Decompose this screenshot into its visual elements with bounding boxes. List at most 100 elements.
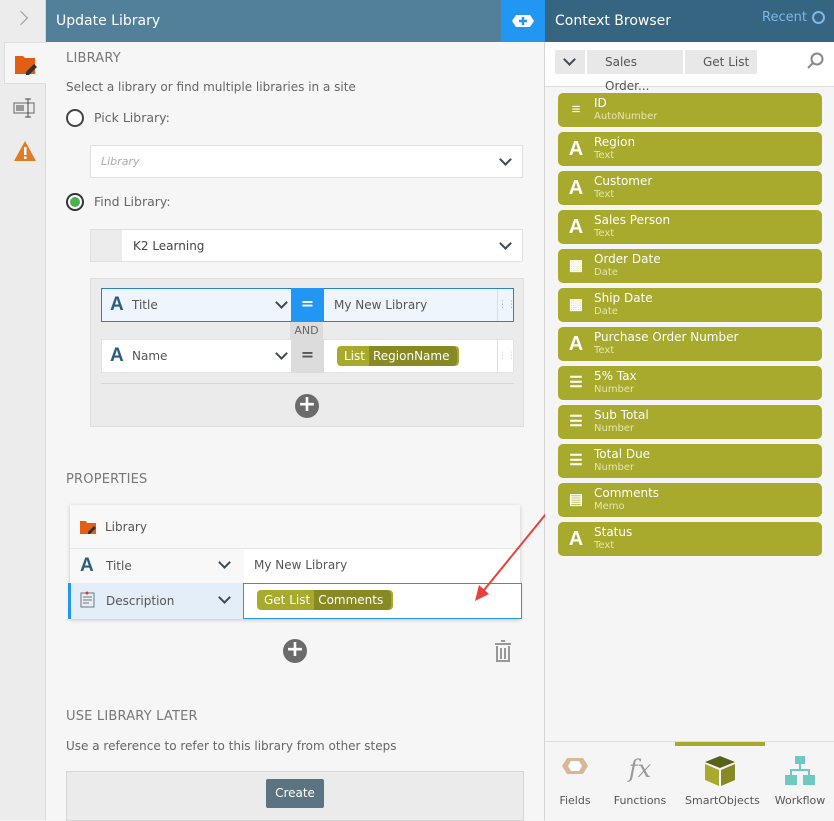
field-item[interactable]: ☰ 5% Tax Number xyxy=(558,366,822,400)
text-type-icon: A xyxy=(568,177,584,199)
properties-heading: PROPERTIES xyxy=(66,472,148,487)
panel-title: Update Library xyxy=(46,0,501,42)
field-item[interactable]: ☰ Total Due Number xyxy=(558,444,822,478)
property-field: Title xyxy=(106,559,132,573)
drag-handle-icon[interactable]: ⋮⋮ xyxy=(497,340,516,372)
fx-icon: fx xyxy=(628,755,652,783)
field-name: Region xyxy=(594,135,636,149)
recent-button[interactable]: Recent xyxy=(762,10,825,25)
field-name: ID xyxy=(594,96,607,110)
field-item[interactable]: A Customer Text xyxy=(558,171,822,205)
use-later-heading: USE LIBRARY LATER xyxy=(66,709,198,724)
add-property-button[interactable]: + xyxy=(283,639,307,663)
smartobject-cube-icon xyxy=(705,756,735,786)
use-later-text: Use a reference to refer to this library… xyxy=(66,739,397,753)
and-joiner: AND xyxy=(290,322,323,339)
field-item[interactable]: A Sales Person Text xyxy=(558,210,822,244)
field-type: Number xyxy=(594,462,635,473)
text-type-icon: A xyxy=(110,294,124,315)
text-type-icon: A xyxy=(110,345,124,366)
field-item[interactable]: ▦ Ship Date Date xyxy=(558,288,822,322)
add-icon xyxy=(512,15,534,27)
field-item[interactable]: ▤ Comments Memo xyxy=(558,483,822,517)
tab-smartobjects[interactable]: SmartObjects xyxy=(685,755,760,807)
field-item[interactable]: ≡ ID AutoNumber xyxy=(558,93,822,127)
property-value[interactable]: My New Library xyxy=(254,558,347,572)
library-placeholder: Library xyxy=(101,155,140,168)
search-icon[interactable] xyxy=(807,52,825,70)
folder-edit-icon xyxy=(15,56,37,75)
library-dropdown[interactable]: Library xyxy=(90,145,523,178)
filter-row[interactable]: A Title = My New Library ⋮⋮ xyxy=(101,288,516,322)
pick-library-radio[interactable] xyxy=(66,109,84,127)
library-step-tab[interactable] xyxy=(4,42,47,84)
field-name: Status xyxy=(594,525,633,539)
field-item[interactable]: A Purchase Order Number Text xyxy=(558,327,822,361)
field-name: Sales Person xyxy=(594,213,671,227)
calendar-type-icon: ▦ xyxy=(568,257,584,274)
recent-label: Recent xyxy=(762,10,807,25)
site-value: K2 Learning xyxy=(133,239,205,253)
tab-functions[interactable]: fx Functions xyxy=(605,755,675,807)
field-item[interactable]: A Status Text xyxy=(558,522,822,556)
fields-icon xyxy=(562,758,588,774)
property-field: Description xyxy=(106,594,175,608)
drag-handle-icon[interactable]: ⋮⋮ xyxy=(497,289,516,321)
card-title: Library xyxy=(105,520,147,534)
text-type-icon: A xyxy=(568,138,584,160)
breadcrumb-menu[interactable] xyxy=(555,50,585,74)
breadcrumb-item[interactable]: Get List xyxy=(685,50,757,74)
folder-edit-icon xyxy=(80,521,96,534)
breadcrumb-item[interactable]: Sales Order... xyxy=(587,50,683,93)
site-icon xyxy=(91,230,122,261)
field-name: Comments xyxy=(594,486,660,500)
tab-workflow[interactable]: Workflow xyxy=(765,755,834,807)
memo-icon xyxy=(80,591,95,608)
warning-icon[interactable] xyxy=(13,140,37,162)
operator-button[interactable]: = xyxy=(291,339,324,373)
field-item[interactable]: A Region Text xyxy=(558,132,822,166)
input-mapping-icon[interactable] xyxy=(13,97,37,119)
add-filter-button[interactable]: + xyxy=(295,394,319,418)
calendar-type-icon: ▦ xyxy=(568,296,584,313)
find-library-radio[interactable] xyxy=(66,193,84,211)
text-type-icon: A xyxy=(80,555,94,576)
field-type: Date xyxy=(594,306,618,317)
list-regionname-token[interactable]: List RegionName xyxy=(337,346,458,366)
field-type: AutoNumber xyxy=(594,111,658,122)
annotation-arrow xyxy=(475,508,551,601)
token-value: Comments xyxy=(314,590,392,610)
field-name: Ship Date xyxy=(594,291,653,305)
operator-button[interactable]: = xyxy=(291,288,324,322)
context-title: Context Browser xyxy=(555,13,672,29)
field-type: Memo xyxy=(594,501,625,512)
site-dropdown[interactable]: K2 Learning xyxy=(90,229,523,262)
field-type: Text xyxy=(594,150,615,161)
workflow-icon xyxy=(785,756,815,785)
add-step-button[interactable] xyxy=(501,0,545,42)
text-type-icon: A xyxy=(568,333,584,355)
filter-row[interactable]: A Name = List RegionName ⋮⋮ xyxy=(101,339,516,373)
chevron-down-icon[interactable] xyxy=(275,296,288,309)
field-item[interactable]: ▦ Order Date Date xyxy=(558,249,822,283)
trash-icon[interactable] xyxy=(494,640,512,662)
divider xyxy=(101,383,514,384)
number-type-icon: ☰ xyxy=(569,452,583,469)
number-type-icon: ☰ xyxy=(569,374,583,391)
field-type: Date xyxy=(594,267,618,278)
text-type-icon: A xyxy=(568,216,584,238)
getlist-comments-token[interactable]: Get List Comments xyxy=(257,590,392,610)
library-heading: LIBRARY xyxy=(66,51,121,66)
field-item[interactable]: ☰ Sub Total Number xyxy=(558,405,822,439)
field-name: Purchase Order Number xyxy=(594,330,739,344)
filter-value[interactable]: My New Library xyxy=(334,298,427,312)
tab-fields[interactable]: Fields xyxy=(540,755,610,807)
active-tab-indicator xyxy=(675,742,765,746)
text-type-icon: A xyxy=(568,528,584,550)
token-source: Get List xyxy=(257,590,315,610)
filter-field: Name xyxy=(132,349,168,363)
chevron-down-icon[interactable] xyxy=(275,347,288,360)
expand-chevron-icon[interactable] xyxy=(13,10,29,26)
create-button[interactable]: Create xyxy=(266,779,324,808)
field-type: Number xyxy=(594,384,635,395)
